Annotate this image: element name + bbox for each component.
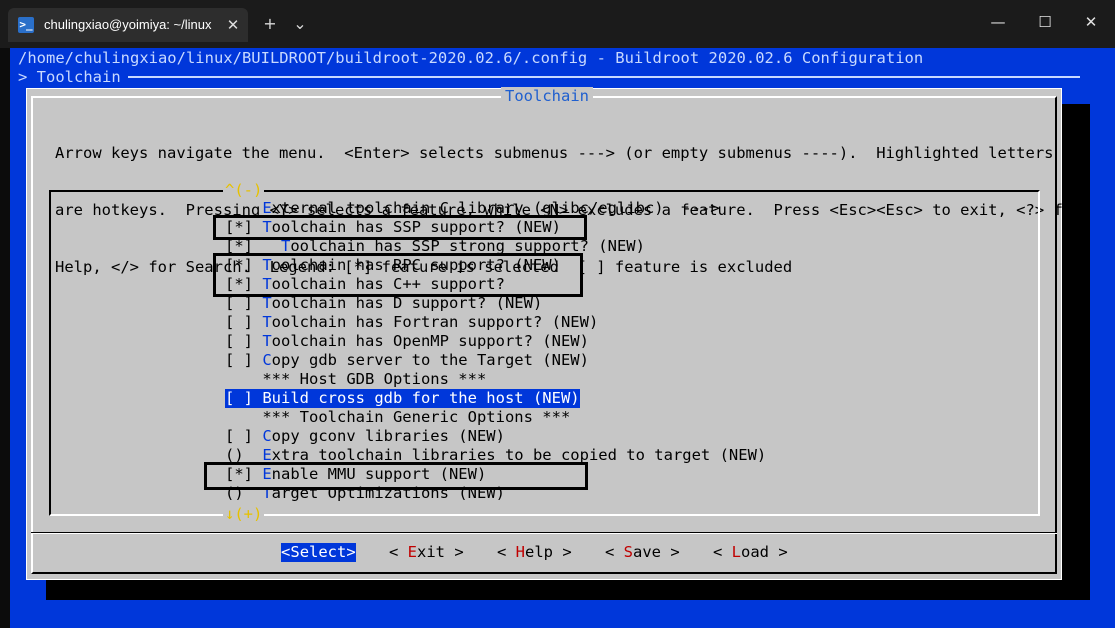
button-close-bracket: >	[769, 543, 788, 561]
dialog-button[interactable]: < Load >	[713, 543, 788, 562]
button-separator	[31, 532, 1057, 534]
menu-item-prefix: [ ]	[225, 427, 263, 445]
menu-item-label: oolchain has OpenMP support? (NEW)	[271, 332, 589, 350]
menu-item-prefix: [ ]	[225, 313, 263, 331]
button-open-bracket: <	[605, 543, 624, 561]
menu-item-label: oolchain has Fortran support? (NEW)	[271, 313, 599, 331]
menu-item-label: opy gconv libraries (NEW)	[271, 427, 505, 445]
menu-item-hotkey: T	[262, 332, 272, 350]
button-close-bracket: >	[445, 543, 464, 561]
menu-item[interactable]: [ ] Toolchain has OpenMP support? (NEW)	[225, 332, 589, 351]
maximize-button[interactable]: ☐	[1031, 10, 1059, 34]
button-open-bracket: <	[713, 543, 732, 561]
annotation-box-mmu	[204, 462, 588, 490]
button-hotkey: H	[515, 543, 526, 561]
scroll-down-indicator: ↓(+)	[223, 505, 265, 524]
button-label: elp	[525, 543, 554, 561]
menu-item[interactable]: [ ] Toolchain has Fortran support? (NEW)	[225, 313, 598, 332]
button-close-bracket: >	[553, 543, 572, 561]
button-label: ave	[633, 543, 662, 561]
powershell-icon: >_	[18, 17, 34, 33]
button-hotkey: S	[623, 543, 634, 561]
config-path-line: /home/chulingxiao/linux/BUILDROOT/buildr…	[18, 49, 924, 67]
menu-item-prefix: [ ]	[225, 332, 263, 350]
button-open-bracket: <	[281, 543, 291, 561]
menu-item-hotkey: C	[262, 351, 272, 369]
help-line: Arrow keys navigate the menu. <Enter> se…	[55, 144, 1054, 162]
button-close-bracket: >	[346, 543, 356, 561]
menu-item-label: *** Toolchain Generic Options ***	[262, 408, 571, 426]
new-tab-button[interactable]: +	[258, 12, 282, 36]
dialog-title: Toolchain	[501, 87, 593, 106]
menu-item[interactable]: [ ] Copy gdb server to the Target (NEW)	[225, 351, 589, 370]
annotation-box-ssp	[213, 215, 587, 240]
menu-item-hotkey: C	[262, 427, 272, 445]
menu-item[interactable]: [ ] Build cross gdb for the host (NEW)	[225, 389, 580, 408]
breadcrumb-rule	[128, 76, 1080, 78]
window-titlebar: >_ chulingxiao@yoimiya: ~/linux ✕ + ⌄ — …	[0, 0, 1115, 48]
button-hotkey: L	[731, 543, 742, 561]
close-window-button[interactable]: ✕	[1077, 10, 1105, 34]
minimize-button[interactable]: —	[984, 10, 1012, 34]
button-label: xit	[417, 543, 446, 561]
dialog-button[interactable]: < Exit >	[389, 543, 464, 562]
menu-item-prefix: [ ]	[225, 389, 263, 407]
tab-title: chulingxiao@yoimiya: ~/linux	[44, 17, 212, 32]
button-label: elect	[299, 543, 347, 561]
button-open-bracket: <	[389, 543, 408, 561]
button-hotkey: E	[407, 543, 418, 561]
menu-item-label: *** Host GDB Options ***	[262, 370, 487, 388]
terminal-tab[interactable]: >_ chulingxiao@yoimiya: ~/linux ✕	[8, 8, 248, 42]
menu-item-label: uild cross gdb for the host (NEW)	[271, 389, 580, 407]
dialog-button[interactable]: <Select>	[281, 543, 356, 562]
tab-close-icon[interactable]: ✕	[224, 15, 242, 35]
button-close-bracket: >	[661, 543, 680, 561]
terminal-area[interactable]: /home/chulingxiao/linux/BUILDROOT/buildr…	[10, 48, 1115, 628]
dialog-button[interactable]: < Save >	[605, 543, 680, 562]
menuconfig-dialog: Toolchain Arrow keys navigate the menu. …	[26, 87, 1082, 580]
menu-item[interactable]: *** Toolchain Generic Options ***	[225, 408, 570, 427]
menu-item-hotkey: B	[262, 389, 272, 407]
button-hotkey: S	[290, 543, 300, 561]
button-label: oad	[741, 543, 770, 561]
menu-item[interactable]: [ ] Copy gconv libraries (NEW)	[225, 427, 505, 446]
menu-item-prefix: [ ]	[225, 351, 263, 369]
breadcrumb: > Toolchain	[18, 68, 121, 86]
annotation-box-rpc-cpp	[213, 253, 583, 297]
dialog-button[interactable]: < Help >	[497, 543, 572, 562]
menu-item-hotkey: T	[262, 313, 272, 331]
scroll-up-indicator: ^(-)	[223, 181, 265, 200]
menu-item-label: opy gdb server to the Target (NEW)	[271, 351, 589, 369]
menu-item-prefix	[225, 408, 262, 426]
menu-item[interactable]: *** Host GDB Options ***	[225, 370, 486, 389]
button-open-bracket: <	[497, 543, 516, 561]
tab-dropdown-icon[interactable]: ⌄	[288, 12, 312, 36]
menu-item-prefix	[225, 370, 262, 388]
